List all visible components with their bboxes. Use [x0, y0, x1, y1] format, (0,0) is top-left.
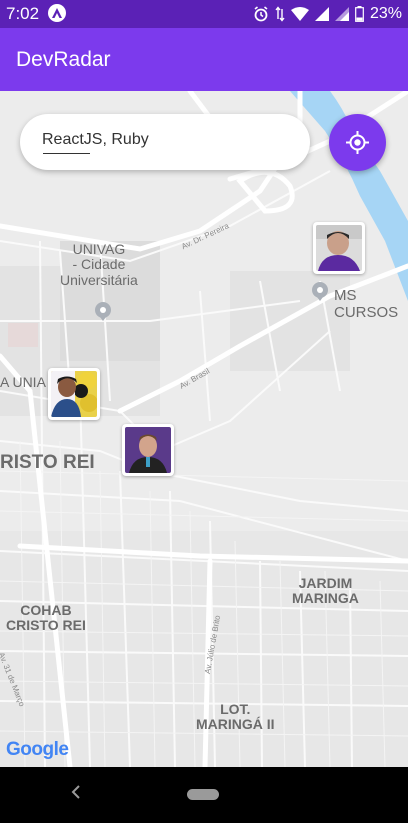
google-logo: Google — [6, 739, 69, 761]
signal-icon — [334, 7, 349, 21]
back-icon[interactable] — [70, 783, 82, 806]
data-arrows-icon — [275, 6, 285, 22]
developer-marker[interactable] — [313, 222, 365, 274]
status-bar: 7:02 23% — [0, 0, 408, 28]
developer-avatar-1 — [316, 225, 362, 271]
map-label-cohab: COHAB CRISTO REI — [6, 602, 86, 634]
status-time: 7:02 — [6, 4, 40, 23]
map-label-lot-maringa: LOT. MARINGÁ II — [196, 701, 275, 733]
developer-avatar-2 — [51, 371, 97, 417]
battery-percent: 23% — [369, 5, 402, 22]
app-bar: DevRadar — [0, 28, 408, 91]
home-pill-icon[interactable] — [187, 789, 219, 800]
poi-pin-icon — [311, 281, 329, 306]
tech-search-field[interactable] — [20, 114, 310, 170]
signal-icon — [314, 7, 329, 21]
poi-pin-icon — [94, 301, 112, 326]
spellcheck-underline — [43, 153, 90, 154]
alarm-icon — [253, 6, 269, 22]
map-label-jardim-maringa: JARDIM MARINGA — [292, 575, 359, 607]
my-location-button[interactable] — [329, 114, 386, 171]
map-label-ms-cursos: MS CURSOS — [334, 287, 399, 321]
developer-marker[interactable] — [122, 424, 174, 476]
google-attribution: Google — [6, 739, 69, 760]
developer-marker[interactable] — [48, 368, 100, 420]
crosshair-icon — [346, 131, 369, 154]
map-label-univag: UNIVAG - Cidade Universitária — [60, 241, 138, 288]
map-view[interactable]: UNIVAG - Cidade Universitária MS CURSOS … — [0, 91, 408, 767]
developer-avatar-3 — [125, 427, 171, 473]
wifi-icon — [290, 7, 309, 21]
map-label-unia: A UNIA — [0, 374, 46, 390]
map-label-cristo-rei: RISTO REI — [0, 452, 95, 473]
tech-search-input[interactable] — [42, 131, 292, 149]
app-title: DevRadar — [16, 48, 111, 71]
app-a-icon — [48, 4, 66, 22]
battery-icon — [355, 6, 364, 22]
